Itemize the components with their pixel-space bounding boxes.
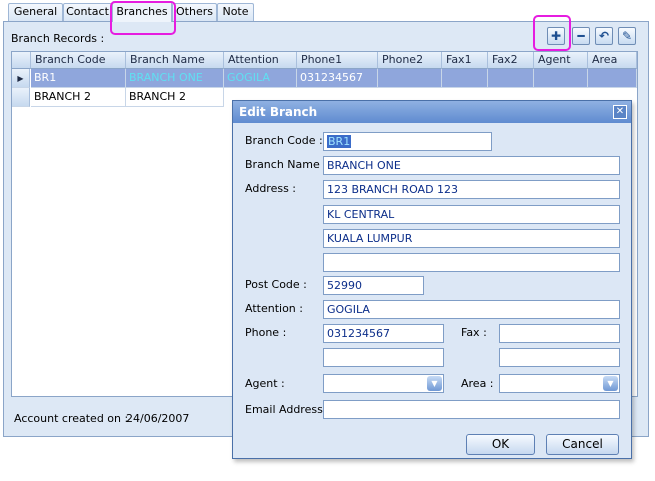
- agent-label: Agent :: [245, 377, 285, 390]
- branch-records-label: Branch Records :: [11, 32, 105, 45]
- undo-icon: ↶: [598, 29, 610, 43]
- tab-contact[interactable]: Contact: [63, 3, 112, 21]
- account-created-date: 24/06/2007: [126, 412, 190, 425]
- email-label: Email Address: [245, 403, 323, 416]
- edit-icon: ✎: [621, 29, 633, 43]
- cancel-button[interactable]: Cancel: [546, 434, 619, 455]
- address-line-2-input[interactable]: KL CENTRAL: [323, 205, 620, 224]
- undo-button[interactable]: ↶: [595, 27, 613, 45]
- account-created-label: Account created on :: [14, 412, 129, 425]
- address-line-3-input[interactable]: KUALA LUMPUR: [323, 229, 620, 248]
- post-code-label: Post Code :: [245, 278, 307, 291]
- col-header-branch-name[interactable]: Branch Name: [126, 52, 224, 69]
- address-line-1-input[interactable]: 123 BRANCH ROAD 123: [323, 180, 620, 199]
- remove-branch-button[interactable]: ━: [572, 27, 590, 45]
- branch-code-value: BR1: [327, 135, 352, 148]
- branch-code-input[interactable]: BR1: [323, 132, 492, 151]
- email-input[interactable]: [323, 400, 620, 419]
- cell-branch-code[interactable]: BRANCH 2: [31, 88, 126, 107]
- cell-branch-name[interactable]: BRANCH ONE: [126, 69, 224, 88]
- grid-corner: [12, 52, 31, 69]
- chevron-down-icon[interactable]: ▼: [603, 376, 618, 391]
- cell-agent[interactable]: [534, 69, 588, 88]
- branch-name-input[interactable]: BRANCH ONE: [323, 156, 620, 175]
- cell-fax1[interactable]: [442, 69, 488, 88]
- cell-phone2[interactable]: [378, 69, 442, 88]
- row-indicator: [12, 88, 30, 107]
- address-label: Address :: [245, 182, 297, 195]
- area-select[interactable]: ▼: [499, 374, 620, 393]
- col-header-fax2[interactable]: Fax2: [488, 52, 534, 69]
- address-line-4-input[interactable]: [323, 253, 620, 272]
- col-header-attention[interactable]: Attention: [224, 52, 297, 69]
- chevron-down-icon[interactable]: ▼: [427, 376, 442, 391]
- phone-label: Phone :: [245, 326, 287, 339]
- col-header-agent[interactable]: Agent: [534, 52, 588, 69]
- col-header-branch-code[interactable]: Branch Code: [31, 52, 126, 69]
- cell-branch-name[interactable]: BRANCH 2: [126, 88, 224, 107]
- row-indicator-icon: ▶: [12, 69, 30, 88]
- branch-name-label: Branch Name :: [245, 158, 327, 171]
- col-header-fax1[interactable]: Fax1: [442, 52, 488, 69]
- phone-1-input[interactable]: 031234567: [323, 324, 444, 343]
- cell-attention[interactable]: GOGILA: [224, 69, 297, 88]
- fax-1-input[interactable]: [499, 324, 620, 343]
- fax-label: Fax :: [461, 326, 487, 339]
- agent-select[interactable]: ▼: [323, 374, 444, 393]
- attention-label: Attention :: [245, 302, 303, 315]
- cell-fax2[interactable]: [488, 69, 534, 88]
- col-header-phone2[interactable]: Phone2: [378, 52, 442, 69]
- cell-branch-code[interactable]: BR1: [31, 69, 126, 88]
- tab-highlight-box: [110, 1, 176, 35]
- tab-general[interactable]: General: [8, 3, 63, 21]
- tab-note[interactable]: Note: [217, 3, 254, 21]
- ok-button[interactable]: OK: [466, 434, 535, 455]
- edit-branch-dialog: Edit Branch ✕ Branch Code : BR1 Branch N…: [232, 100, 632, 459]
- edit-button[interactable]: ✎: [618, 27, 636, 45]
- minus-icon: ━: [577, 29, 585, 43]
- cell-phone1[interactable]: 031234567: [297, 69, 378, 88]
- toolbar-highlight-box: [533, 15, 571, 51]
- fax-2-input[interactable]: [499, 348, 620, 367]
- cell-area[interactable]: [588, 69, 637, 88]
- col-header-phone1[interactable]: Phone1: [297, 52, 378, 69]
- tab-others[interactable]: Others: [172, 3, 217, 21]
- col-header-area[interactable]: Area: [588, 52, 637, 69]
- dialog-title: Edit Branch: [233, 101, 631, 123]
- close-icon[interactable]: ✕: [613, 105, 627, 119]
- phone-2-input[interactable]: [323, 348, 444, 367]
- branch-code-label: Branch Code :: [245, 134, 323, 147]
- post-code-input[interactable]: 52990: [323, 276, 424, 295]
- area-label: Area :: [461, 377, 494, 390]
- attention-input[interactable]: GOGILA: [323, 300, 620, 319]
